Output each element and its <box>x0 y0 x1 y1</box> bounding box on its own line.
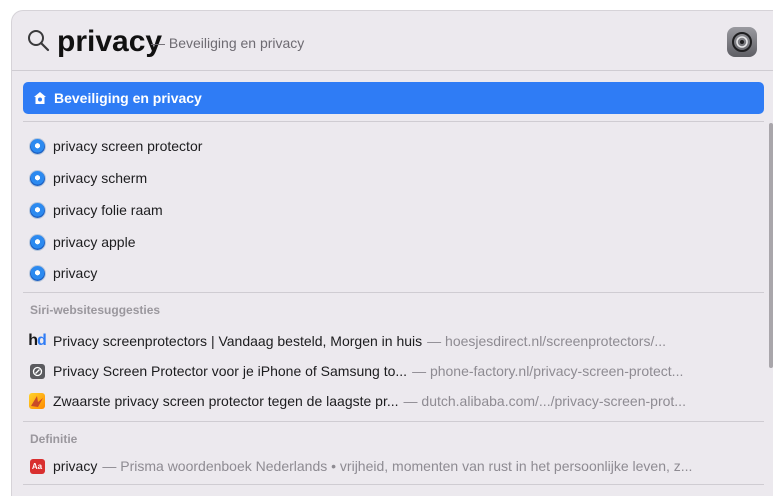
suggestion-label: privacy apple <box>53 234 136 250</box>
siri-suggestion-url: — phone-factory.nl/privacy-screen-protec… <box>412 363 684 379</box>
search-icon <box>28 30 50 52</box>
suggestion-label: privacy screen protector <box>53 138 203 154</box>
safari-icon <box>29 202 45 218</box>
safari-icon <box>29 138 45 154</box>
suggestion-row[interactable]: privacy scherm <box>23 164 764 192</box>
alibaba-icon <box>29 393 45 409</box>
definition-detail: — Prisma woordenboek Nederlands • vrijhe… <box>102 458 693 474</box>
suggestion-row[interactable]: privacy <box>23 259 764 287</box>
suggestion-label: privacy folie raam <box>53 202 163 218</box>
suggestion-label: privacy scherm <box>53 170 148 186</box>
siri-suggestion-row[interactable]: Privacy Screen Protector voor je iPhone … <box>23 357 764 385</box>
section-header-siri: Siri-websitesuggesties <box>30 303 161 317</box>
shield-house-icon <box>32 90 48 106</box>
definition-title: privacy <box>53 458 98 474</box>
divider <box>23 121 764 122</box>
siri-suggestion-url: — hoesjesdirect.nl/screenprotectors/... <box>427 333 667 349</box>
search-completion: — Beveiliging en privacy <box>151 35 305 51</box>
section-header-definition: Definitie <box>30 432 78 446</box>
siri-suggestion-row[interactable]: hd Privacy screenprotectors | Vandaag be… <box>23 327 764 355</box>
search-bar[interactable]: privacy — Beveiliging en privacy <box>12 11 773 71</box>
safari-icon <box>29 265 45 281</box>
top-hit-row[interactable]: Beveiliging en privacy <box>23 82 764 114</box>
divider <box>23 421 764 422</box>
suggestion-row[interactable]: privacy apple <box>23 228 764 256</box>
top-hit-label: Beveiliging en privacy <box>54 90 202 106</box>
safari-icon <box>29 170 45 186</box>
siri-suggestion-url: — dutch.alibaba.com/.../privacy-screen-p… <box>403 393 686 409</box>
suggestion-row[interactable]: privacy screen protector <box>23 132 764 160</box>
suggestion-label: privacy <box>53 265 98 281</box>
dictionary-icon: Aa <box>29 458 45 474</box>
gear-icon <box>732 32 752 52</box>
definition-row[interactable]: Aa privacy — Prisma woordenboek Nederlan… <box>23 452 764 480</box>
siri-suggestion-title: Zwaarste privacy screen protector tegen … <box>53 393 399 409</box>
divider <box>23 484 764 485</box>
siri-suggestion-row[interactable]: Zwaarste privacy screen protector tegen … <box>23 387 764 415</box>
search-query[interactable]: privacy <box>57 26 162 58</box>
hd-logo-icon: hd <box>28 332 47 349</box>
phone-factory-icon <box>29 363 45 379</box>
suggestion-row[interactable]: privacy folie raam <box>23 196 764 224</box>
scrollbar-thumb[interactable] <box>769 123 773 368</box>
siri-suggestion-title: Privacy screenprotectors | Vandaag beste… <box>53 333 423 349</box>
siri-suggestion-title: Privacy Screen Protector voor je iPhone … <box>53 363 408 379</box>
system-settings-icon[interactable] <box>727 27 757 57</box>
safari-icon <box>29 234 45 250</box>
divider <box>23 292 764 293</box>
search-divider <box>12 70 773 71</box>
spotlight-panel: privacy — Beveiliging en privacy Beveili… <box>11 10 773 496</box>
